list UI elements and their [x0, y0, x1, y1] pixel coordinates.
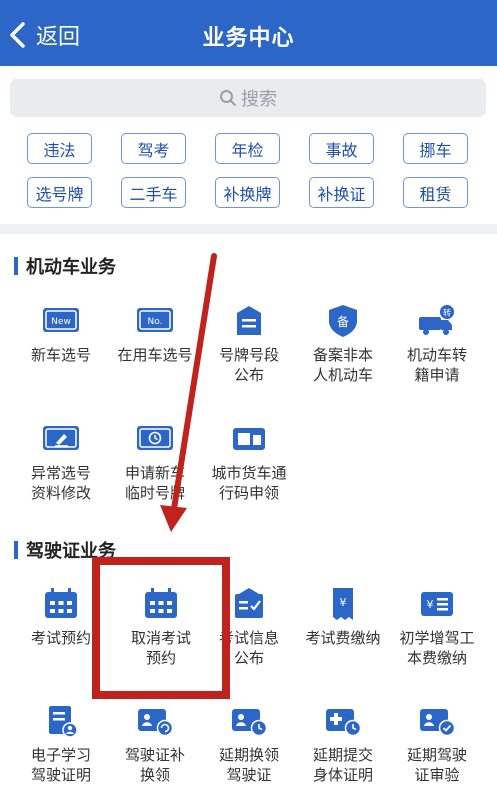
- new-plate-icon: New: [39, 303, 83, 339]
- service-extend-health-cert[interactable]: 延期提交 身体证明: [296, 703, 390, 785]
- page-title: 业务中心: [202, 26, 295, 51]
- svg-text:转: 转: [443, 308, 451, 318]
- section-title-license: 驾驶证业务: [14, 537, 116, 563]
- fee-receipt-icon: ¥: [321, 586, 365, 622]
- service-label: 延期提交 身体证明: [312, 746, 373, 784]
- service-new-car-plate[interactable]: New 新车选号: [14, 303, 108, 365]
- business-center-page: 返回 业务中心 搜索 违法 驾考 年检 事故 挪车 选号牌 二手车 补换牌 补换…: [0, 0, 497, 806]
- service-exam-info[interactable]: 考试信息 公布: [202, 586, 296, 668]
- service-label: 电子学习 驾驶证明: [30, 746, 91, 784]
- section-title-text: 驾驶证业务: [26, 541, 116, 562]
- service-label: 异常选号 资料修改: [30, 464, 91, 502]
- service-register-nonowner[interactable]: 备 备案非本 人机动车: [296, 303, 390, 385]
- service-label: 号牌号段 公布: [218, 346, 279, 384]
- license-check-icon: [415, 703, 459, 739]
- service-exam-fee[interactable]: ¥ 考试费缴纳: [296, 586, 390, 648]
- calendar-cancel-icon: [139, 586, 183, 622]
- service-extend-license-review[interactable]: 延期驾驶 证审验: [390, 703, 484, 785]
- plate-segment-icon: [227, 303, 271, 339]
- search-panel: 搜索 违法 驾考 年检 事故 挪车 选号牌 二手车 补换牌 补换证 租赁: [0, 66, 497, 224]
- chip-annual-inspection[interactable]: 年检: [215, 133, 280, 164]
- service-label: 初学增驾工 本费缴纳: [399, 629, 475, 667]
- service-used-car-plate[interactable]: No. 在用车选号: [108, 303, 202, 365]
- fee-list-icon: ¥: [415, 586, 459, 622]
- chip-replace-plate[interactable]: 补换牌: [215, 177, 280, 208]
- calendar-icon: [39, 586, 83, 622]
- service-label: 延期驾驶 证审验: [406, 746, 467, 784]
- service-label: 延期换领 驾驶证: [218, 746, 279, 784]
- section-bar: [14, 541, 18, 559]
- chip-rental[interactable]: 租赁: [403, 177, 468, 208]
- service-extend-license-renew[interactable]: 延期换领 驾驶证: [202, 703, 296, 785]
- svg-text:New: New: [51, 317, 71, 327]
- service-cancel-exam-booking[interactable]: 取消考试 预约: [114, 586, 208, 668]
- truck-pass-icon: [227, 421, 271, 457]
- search-input[interactable]: 搜索: [10, 79, 486, 117]
- exam-info-icon: [227, 586, 271, 622]
- chip-move-car[interactable]: 挪车: [403, 133, 468, 164]
- service-license-replace[interactable]: 驾驶证补 换领: [108, 703, 202, 785]
- temp-plate-icon: [133, 421, 177, 457]
- svg-text:No.: No.: [148, 317, 163, 327]
- service-label: 机动车转 籍申请: [406, 346, 467, 384]
- svg-text:¥: ¥: [427, 598, 434, 611]
- service-temp-plate[interactable]: 申请新车 临时号牌: [108, 421, 202, 503]
- service-label: 申请新车 临时号牌: [124, 464, 185, 502]
- service-label: 在用车选号: [117, 346, 193, 364]
- register-shield-icon: 备: [321, 303, 365, 339]
- section-bar: [14, 257, 18, 275]
- service-exam-booking[interactable]: 考试预约: [14, 586, 108, 648]
- license-renew-icon: [133, 703, 177, 739]
- chip-used-car[interactable]: 二手车: [121, 177, 186, 208]
- edit-card-icon: [39, 421, 83, 457]
- used-plate-icon: No.: [133, 303, 177, 339]
- service-study-certificate[interactable]: 电子学习 驾驶证明: [14, 703, 108, 785]
- service-abnormal-select-edit[interactable]: 异常选号 资料修改: [14, 421, 108, 503]
- section-title-text: 机动车业务: [26, 257, 116, 278]
- chip-replace-license[interactable]: 补换证: [309, 177, 374, 208]
- chip-driving-test[interactable]: 驾考: [121, 133, 186, 164]
- health-cert-icon: [321, 703, 365, 739]
- section-divider: [0, 224, 497, 234]
- svg-text:备: 备: [337, 315, 349, 329]
- service-label: 备案非本 人机动车: [312, 346, 373, 384]
- service-label: 新车选号: [30, 346, 91, 364]
- service-label: 考试预约: [30, 629, 91, 647]
- study-cert-icon: [39, 703, 83, 739]
- chip-accident[interactable]: 事故: [309, 133, 374, 164]
- service-plate-segment[interactable]: 号牌号段 公布: [202, 303, 296, 385]
- service-label: 取消考试 预约: [130, 629, 191, 667]
- chip-violation[interactable]: 违法: [27, 133, 92, 164]
- service-label: 驾驶证补 换领: [124, 746, 185, 784]
- section-title-vehicle: 机动车业务: [14, 253, 116, 279]
- service-learner-fee[interactable]: ¥ 初学增驾工 本费缴纳: [390, 586, 484, 668]
- top-bar: 返回 业务中心: [0, 0, 497, 66]
- service-vehicle-transfer[interactable]: 转 机动车转 籍申请: [390, 303, 484, 385]
- service-label: 城市货车通 行码申领: [211, 464, 287, 502]
- chip-select-plate[interactable]: 选号牌: [27, 177, 92, 208]
- search-icon: [220, 90, 236, 106]
- service-label: 考试费缴纳: [305, 629, 381, 647]
- search-placeholder: 搜索: [241, 89, 277, 110]
- svg-text:¥: ¥: [340, 596, 347, 609]
- service-label: 考试信息 公布: [218, 629, 279, 667]
- transfer-truck-icon: 转: [415, 303, 459, 339]
- license-extend-icon: [227, 703, 271, 739]
- service-truck-pass[interactable]: 城市货车通 行码申领: [202, 421, 296, 503]
